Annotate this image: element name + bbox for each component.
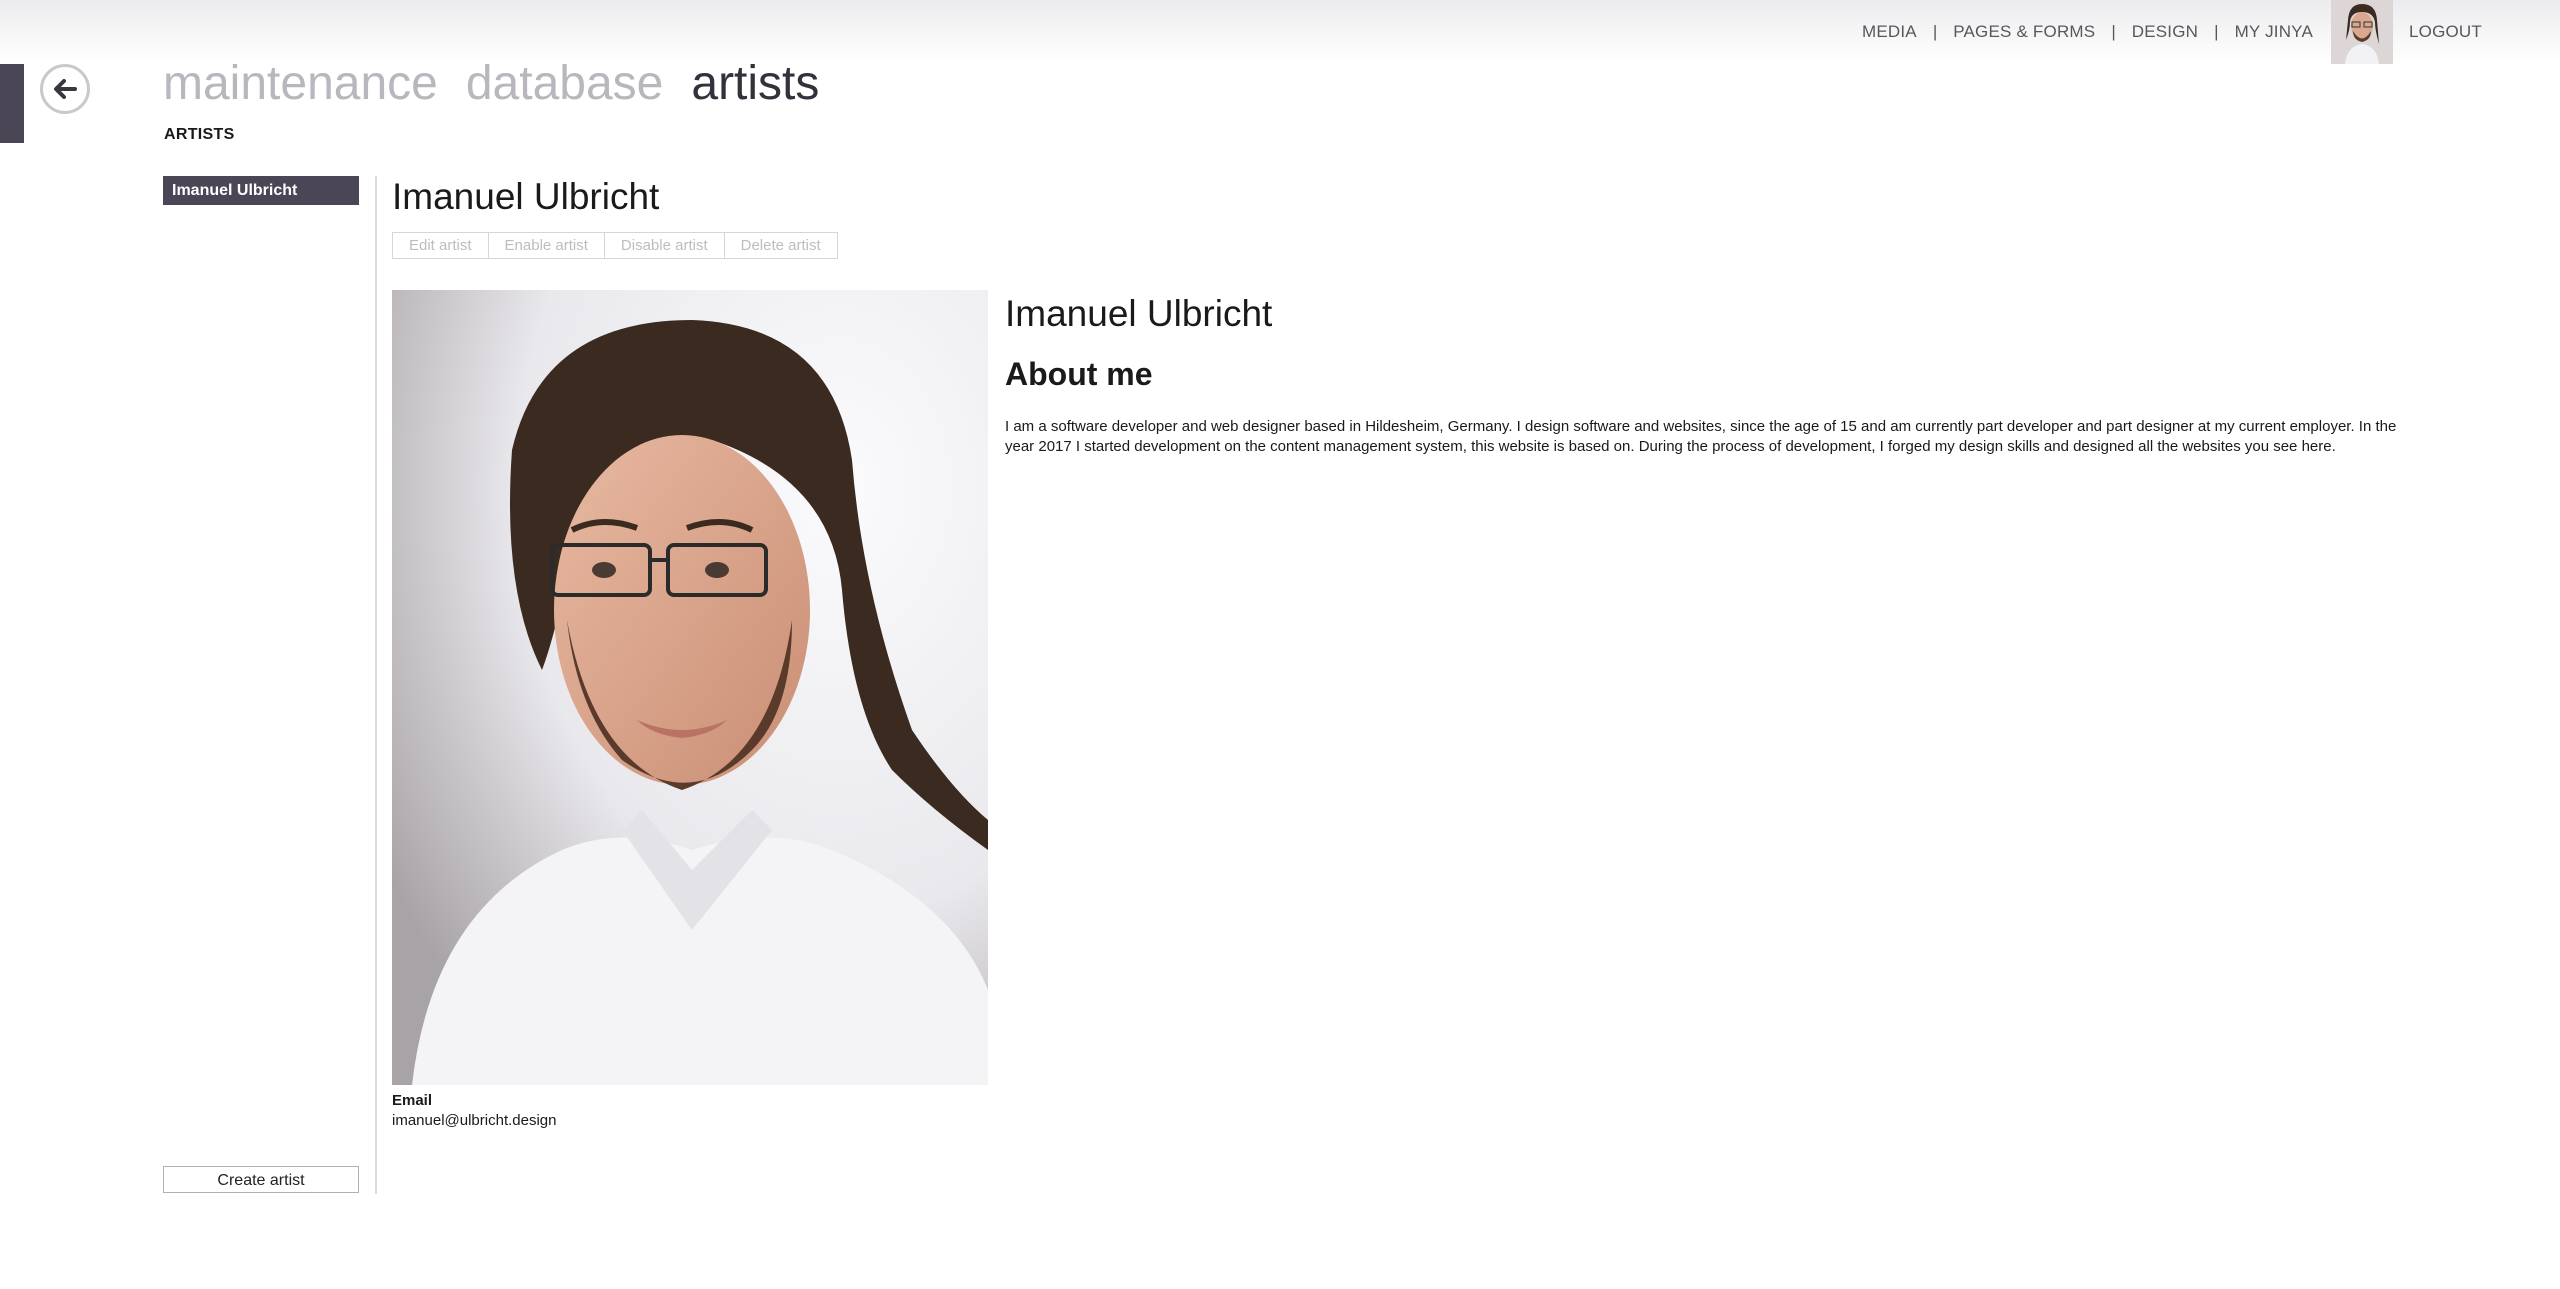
- breadcrumb-database[interactable]: database: [466, 56, 664, 111]
- enable-artist-button[interactable]: Enable artist: [487, 232, 605, 259]
- page-subtitle: ARTISTS: [164, 126, 235, 143]
- nav-separator: |: [2111, 22, 2116, 41]
- sidebar-accent-bar: [0, 64, 24, 143]
- breadcrumb-artists: artists: [691, 57, 820, 110]
- nav-separator: |: [2214, 22, 2219, 41]
- nav-media[interactable]: MEDIA: [1862, 22, 1917, 42]
- artist-title: Imanuel Ulbricht: [392, 176, 660, 217]
- disable-artist-button[interactable]: Disable artist: [603, 232, 725, 259]
- top-navigation: MEDIA | PAGES & FORMS | DESIGN | MY JINY…: [1862, 0, 2482, 64]
- nav-my-jinya[interactable]: MY JINYA: [2235, 22, 2313, 42]
- user-avatar[interactable]: [2331, 0, 2393, 64]
- breadcrumb: maintenance database artists: [163, 56, 847, 111]
- arrow-left-icon: [54, 79, 77, 99]
- about-heading: About me: [1005, 356, 1153, 392]
- create-artist-button[interactable]: Create artist: [163, 1166, 359, 1193]
- artist-list: Imanuel Ulbricht: [163, 176, 359, 205]
- about-text: I am a software developer and web design…: [1005, 418, 2397, 455]
- delete-artist-button[interactable]: Delete artist: [723, 232, 838, 259]
- email-label: Email: [392, 1092, 433, 1109]
- artist-photo: [392, 290, 988, 1085]
- breadcrumb-maintenance[interactable]: maintenance: [163, 56, 438, 111]
- back-button[interactable]: [40, 64, 90, 114]
- nav-design[interactable]: DESIGN: [2132, 22, 2198, 42]
- artist-action-bar: Edit artist Enable artist Disable artist…: [392, 232, 838, 259]
- nav-pages-forms[interactable]: PAGES & FORMS: [1953, 22, 2095, 42]
- list-item-artist[interactable]: Imanuel Ulbricht: [163, 176, 359, 205]
- email-value: imanuel@ulbricht.design: [392, 1112, 557, 1129]
- vertical-divider: [375, 176, 377, 1194]
- edit-artist-button[interactable]: Edit artist: [392, 232, 489, 259]
- logout-link[interactable]: LOGOUT: [2409, 22, 2482, 42]
- avatar-image: [2331, 0, 2393, 64]
- portrait-image: [392, 290, 988, 1085]
- nav-separator: |: [1932, 22, 1938, 41]
- bio-name: Imanuel Ulbricht: [1005, 293, 1273, 334]
- top-bar: MEDIA | PAGES & FORMS | DESIGN | MY JINY…: [0, 0, 2560, 64]
